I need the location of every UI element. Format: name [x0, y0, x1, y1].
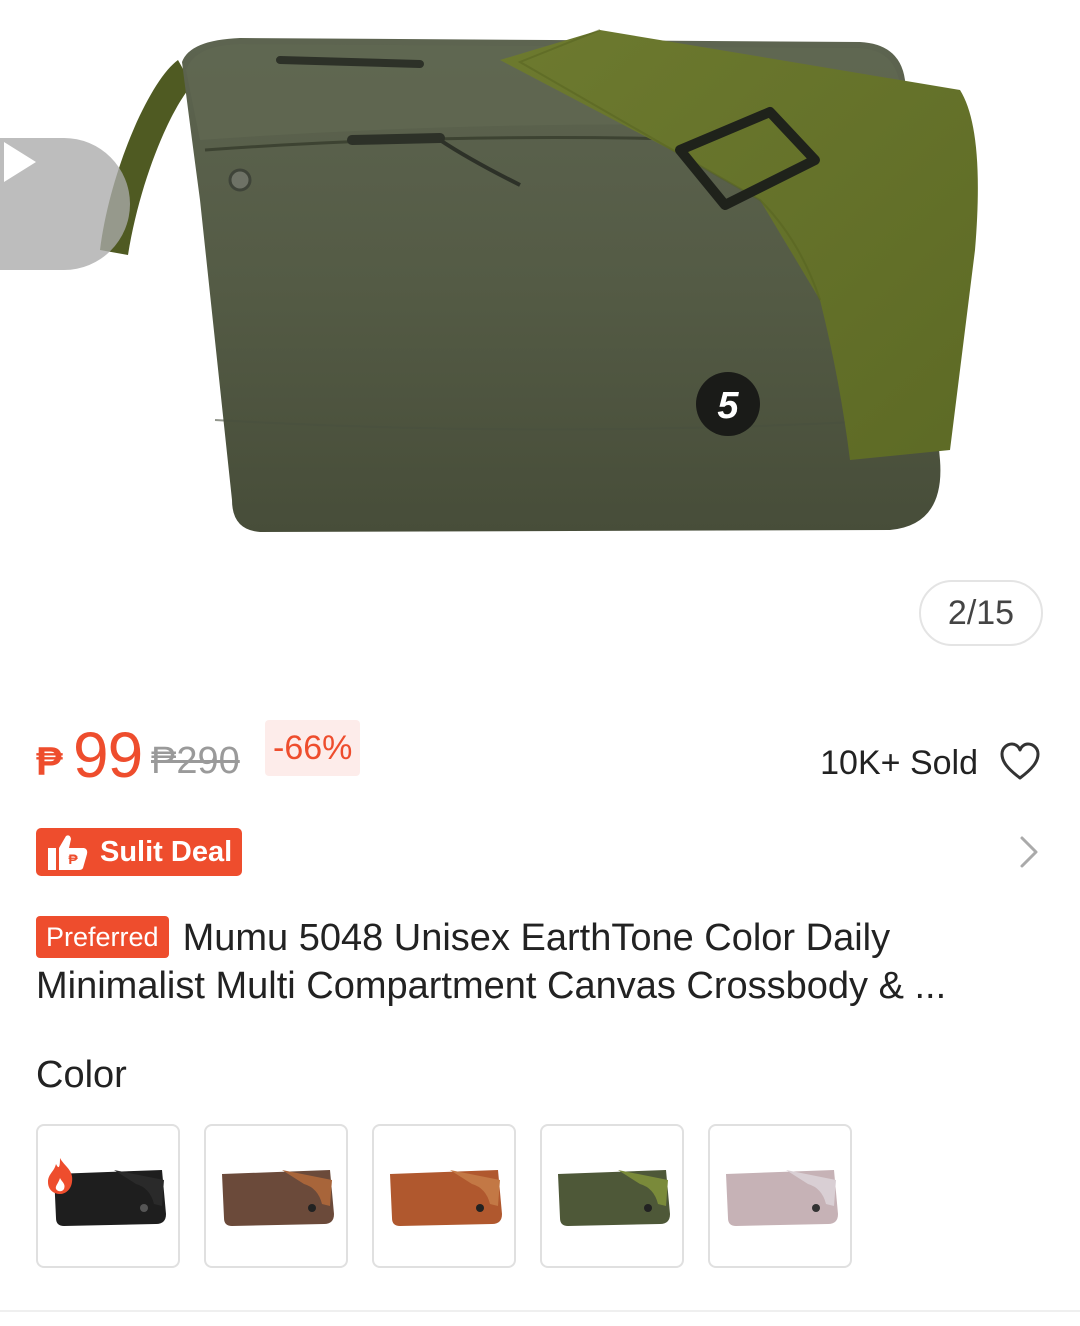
color-option-pink[interactable] [708, 1124, 852, 1268]
bag-thumbnail [390, 1170, 502, 1226]
original-price: ₱290 [151, 740, 240, 782]
svg-text:₱: ₱ [68, 851, 78, 867]
product-title: Preferred Mumu 5048 Unisex EarthTone Colo… [36, 914, 1046, 1010]
color-swatches [36, 1124, 1046, 1270]
currency-symbol: ₱ [36, 740, 63, 784]
price-row: ₱ 99 ₱290 -66% 10K+ Sold [36, 718, 1046, 791]
heart-icon[interactable] [998, 740, 1042, 784]
thumbs-up-peso-icon: ₱ [48, 835, 88, 870]
color-option-black[interactable] [36, 1124, 180, 1268]
preferred-badge: Preferred [36, 916, 169, 958]
image-counter: 2/15 [919, 580, 1043, 646]
current-price: 99 [73, 719, 143, 791]
section-divider [0, 1310, 1080, 1312]
color-label: Color [36, 1054, 127, 1096]
play-video-button[interactable] [0, 138, 130, 270]
bag-thumbnail [222, 1170, 334, 1226]
product-title-text: Mumu 5048 Unisex EarthTone Color Daily M… [36, 917, 947, 1007]
sold-count: 10K+ Sold [820, 744, 978, 782]
deal-row[interactable]: ₱ Sulit Deal [36, 828, 1044, 876]
color-option-brown[interactable] [204, 1124, 348, 1268]
play-icon [4, 142, 36, 182]
hot-flame-icon [48, 1158, 73, 1194]
sulit-deal-badge: ₱ Sulit Deal [36, 828, 242, 876]
product-photo: 5 [100, 29, 978, 532]
product-image-gallery[interactable]: 5 2/15 [0, 0, 1080, 690]
bag-thumbnail [558, 1170, 670, 1226]
discount-badge: -66% [265, 720, 361, 776]
chevron-right-icon[interactable] [1014, 830, 1044, 874]
sulit-deal-label: Sulit Deal [100, 835, 233, 868]
color-option-orange[interactable] [372, 1124, 516, 1268]
brand-logo: 5 [717, 385, 739, 427]
bag-thumbnail [726, 1170, 838, 1226]
color-option-green[interactable] [540, 1124, 684, 1268]
